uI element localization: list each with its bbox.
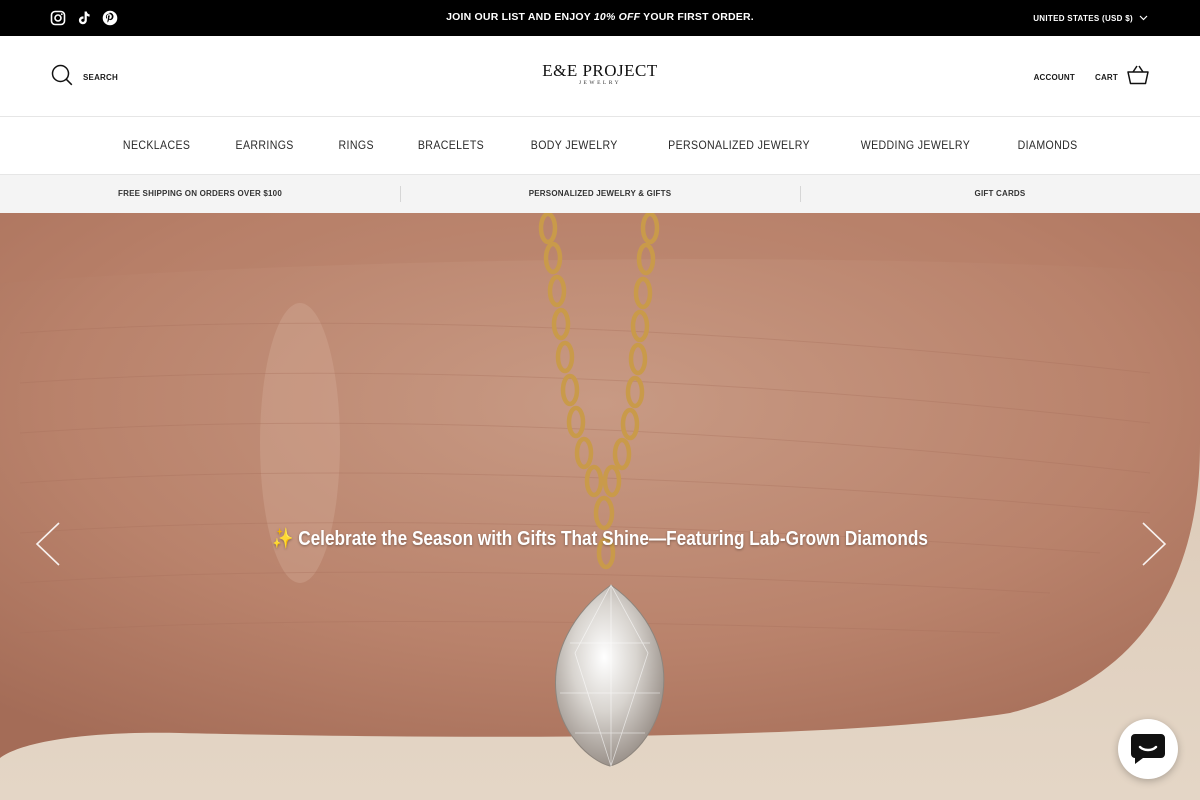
site-logo[interactable]: E&E PROJECT JEWELRY	[0, 62, 1200, 86]
chat-icon	[1131, 734, 1165, 764]
header-actions: ACCOUNT CART	[1034, 65, 1149, 90]
hero-caption[interactable]: ✨ Celebrate the Season with Gifts That S…	[84, 526, 1116, 551]
promo-personalized[interactable]: PERSONALIZED JEWELRY & GIFTS	[400, 175, 800, 213]
cart-label: CART	[1094, 73, 1118, 82]
nav-items: NECKLACES EARRINGS RINGS BRACELETS BODY …	[0, 117, 1200, 174]
logo-title: E&E PROJECT	[542, 61, 658, 80]
announcement-bar: JOIN OUR LIST AND ENJOY 10% OFF YOUR FIR…	[0, 0, 1200, 36]
site-header: SEARCH E&E PROJECT JEWELRY ACCOUNT CART	[0, 36, 1200, 117]
chat-button[interactable]	[1118, 719, 1178, 779]
nav-item-necklaces[interactable]: NECKLACES	[123, 140, 190, 152]
search-button[interactable]: SEARCH	[51, 64, 118, 91]
search-label: SEARCH	[83, 73, 118, 82]
hero-image	[0, 213, 1200, 800]
nav-item-diamonds[interactable]: DIAMONDS	[1017, 140, 1077, 152]
announcement-message[interactable]: JOIN OUR LIST AND ENJOY 10% OFF YOUR FIR…	[0, 0, 1200, 36]
main-navigation: NECKLACES EARRINGS RINGS BRACELETS BODY …	[0, 117, 1200, 175]
account-link[interactable]: ACCOUNT	[1034, 73, 1075, 82]
announcement-text-end: YOUR FIRST ORDER.	[640, 11, 754, 23]
nav-item-earrings[interactable]: EARRINGS	[236, 140, 294, 152]
instagram-icon[interactable]	[50, 10, 66, 26]
promo-strip: FREE SHIPPING ON ORDERS OVER $100 PERSON…	[0, 175, 1200, 213]
currency-label: UNITED STATES (USD $)	[1033, 13, 1133, 23]
chevron-right-icon	[1142, 522, 1167, 566]
announcement-text: JOIN OUR LIST AND ENJOY	[446, 11, 594, 23]
nav-item-personalized-jewelry[interactable]: PERSONALIZED JEWELRY	[668, 140, 810, 152]
slide-next-button[interactable]	[1139, 521, 1169, 567]
hero-slideshow: ✨ Celebrate the Season with Gifts That S…	[0, 213, 1200, 800]
chevron-down-icon	[1139, 1, 1148, 36]
nav-item-body-jewelry[interactable]: BODY JEWELRY	[531, 140, 618, 152]
chevron-left-icon	[35, 522, 60, 566]
search-icon	[51, 64, 73, 91]
logo-subtitle: JEWELRY	[578, 80, 622, 86]
nav-item-rings[interactable]: RINGS	[338, 140, 373, 152]
promo-free-shipping[interactable]: FREE SHIPPING ON ORDERS OVER $100	[0, 175, 400, 213]
currency-selector[interactable]: UNITED STATES (USD $)	[1033, 0, 1148, 36]
promo-gift-cards[interactable]: GIFT CARDS	[800, 175, 1200, 213]
pinterest-icon[interactable]	[102, 10, 118, 26]
nav-item-bracelets[interactable]: BRACELETS	[418, 140, 484, 152]
slide-prev-button[interactable]	[33, 521, 63, 567]
cart-button[interactable]: CART	[1095, 65, 1149, 90]
announcement-discount: 10% OFF	[593, 11, 641, 23]
nav-item-wedding-jewelry[interactable]: WEDDING JEWELRY	[861, 140, 970, 152]
tiktok-icon[interactable]	[76, 10, 92, 26]
basket-icon	[1127, 65, 1149, 90]
social-links	[50, 10, 118, 26]
